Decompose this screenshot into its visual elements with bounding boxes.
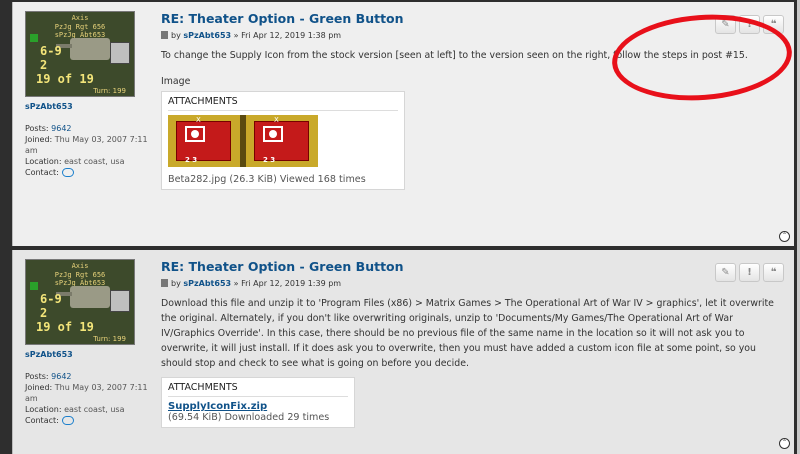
- post-actions: ✎! ❝: [712, 260, 784, 282]
- avatar-text: Axis: [71, 262, 89, 270]
- joined-label: Joined:: [25, 383, 53, 392]
- post-date: » Fri Apr 12, 2019 1:38 pm: [233, 31, 342, 40]
- edit-button[interactable]: ✎: [715, 263, 736, 282]
- attachments-header: ATTACHMENTS: [168, 96, 398, 111]
- avatar-turn: Turn: 199: [93, 335, 126, 343]
- attachment-caption: Beta282.jpg (26.3 KiB) Viewed 168 times: [168, 174, 366, 185]
- attachment-download-link[interactable]: SupplyIconFix.zip: [168, 401, 348, 412]
- quote-button[interactable]: ❝: [763, 263, 784, 282]
- post-author[interactable]: sPzAbt653: [183, 31, 231, 40]
- post-icon[interactable]: [161, 31, 168, 39]
- profile-username[interactable]: sPzAbt653: [25, 350, 155, 359]
- back-to-top-icon[interactable]: ⌃: [779, 231, 790, 242]
- post-profile: Axis PzJg Rgt 656 sPzJg Abt653 6-9 2 19 …: [25, 11, 155, 178]
- unit-marker-icon: [30, 34, 38, 42]
- report-button[interactable]: !: [739, 263, 760, 282]
- post-date: » Fri Apr 12, 2019 1:39 pm: [233, 279, 342, 288]
- posts-count[interactable]: 9642: [51, 372, 71, 381]
- post-title[interactable]: RE: Theater Option - Green Button: [161, 259, 786, 274]
- back-to-top-icon[interactable]: ⌃: [779, 438, 790, 449]
- avatar-stat: 2: [40, 58, 48, 72]
- post-author[interactable]: sPzAbt653: [183, 279, 231, 288]
- joined-label: Joined:: [25, 135, 53, 144]
- contact-label: Contact:: [25, 416, 59, 425]
- attachments-box: ATTACHMENTS X 2 3 X 2 3 Beta282.jpg (26.…: [161, 91, 405, 190]
- attachment-caption: (69.54 KiB) Downloaded 29 times: [168, 412, 330, 423]
- post-2: Axis PzJg Rgt 656 sPzJg Abt653 6-9 2 19 …: [12, 250, 794, 454]
- post-byline: by sPzAbt653 » Fri Apr 12, 2019 1:39 pm: [161, 279, 786, 288]
- posts-label: Posts:: [25, 372, 49, 381]
- avatar: Axis PzJg Rgt 656 sPzJg Abt653 6-9 2 19 …: [25, 11, 135, 97]
- attachments-box: ATTACHMENTS SupplyIconFix.zip (69.54 KiB…: [161, 377, 355, 428]
- location-label: Location:: [25, 405, 62, 414]
- tile-numbers: 2 3: [263, 156, 276, 164]
- tank-icon: [56, 38, 110, 60]
- unit-counter-icon: [110, 42, 130, 64]
- unit-marker-icon: [30, 282, 38, 290]
- avatar-text: Axis: [71, 14, 89, 22]
- avatar-turn: Turn: 199: [93, 87, 126, 95]
- contact-icon[interactable]: [61, 416, 74, 425]
- avatar-stat: 6-9: [40, 292, 62, 306]
- avatar: Axis PzJg Rgt 656 sPzJg Abt653 6-9 2 19 …: [25, 259, 135, 345]
- tile-numbers: 2 3: [185, 156, 198, 164]
- unit-counter-icon: [110, 290, 130, 312]
- by-label: by: [171, 31, 181, 40]
- tile-letter: X: [196, 116, 201, 124]
- supply-icon-old: X 2 3: [168, 115, 240, 167]
- avatar-stat: 6-9: [40, 44, 62, 58]
- supply-icon-new: X 2 3: [246, 115, 318, 167]
- location-value: east coast, usa: [64, 157, 125, 166]
- by-label: by: [171, 279, 181, 288]
- profile-meta: Posts: 9642 Joined: Thu May 03, 2007 7:1…: [25, 371, 155, 426]
- post-body: RE: Theater Option - Green Button by sPz…: [161, 259, 786, 428]
- profile-meta: Posts: 9642 Joined: Thu May 03, 2007 7:1…: [25, 123, 155, 178]
- contact-label: Contact:: [25, 168, 59, 177]
- attachments-header: ATTACHMENTS: [168, 382, 348, 397]
- location-label: Location:: [25, 157, 62, 166]
- post-text: Download this file and unzip it to 'Prog…: [161, 298, 774, 369]
- avatar-text: PzJg Rgt 656: [54, 23, 106, 31]
- contact-icon[interactable]: [61, 168, 74, 177]
- avatar-text: PzJg Rgt 656: [54, 271, 106, 279]
- avatar-stat: 19 of 19: [36, 72, 94, 86]
- tile-letter: X: [274, 116, 279, 124]
- location-value: east coast, usa: [64, 405, 125, 414]
- posts-count[interactable]: 9642: [51, 124, 71, 133]
- avatar-stat: 2: [40, 306, 48, 320]
- post-icon[interactable]: [161, 279, 168, 287]
- avatar-stat: 19 of 19: [36, 320, 94, 334]
- attachment-image[interactable]: X 2 3 X 2 3: [168, 115, 318, 167]
- profile-username[interactable]: sPzAbt653: [25, 102, 155, 111]
- post-profile: Axis PzJg Rgt 656 sPzJg Abt653 6-9 2 19 …: [25, 259, 155, 426]
- posts-label: Posts:: [25, 124, 49, 133]
- tank-icon: [56, 286, 110, 308]
